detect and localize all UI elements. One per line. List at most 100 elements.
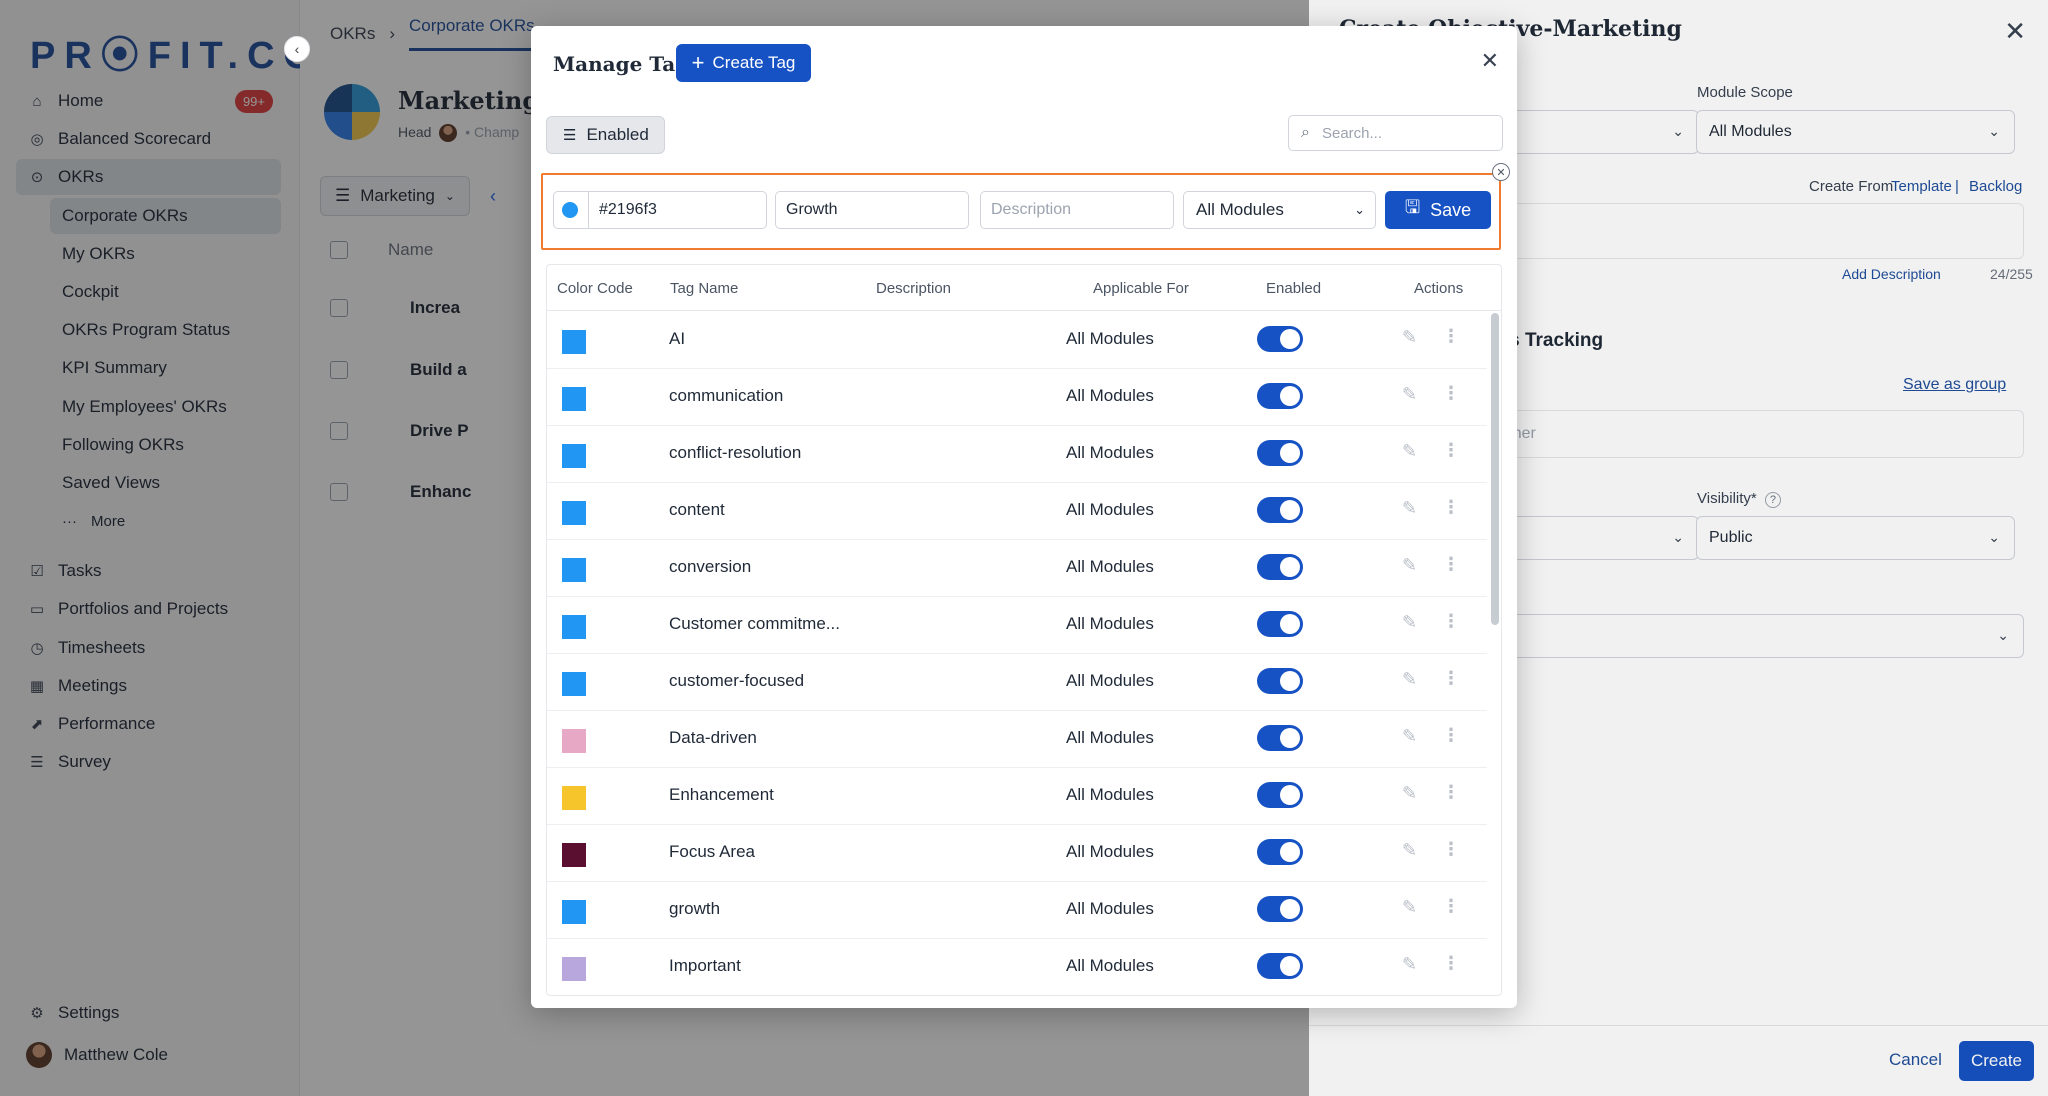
tag-name-input[interactable]: Growth	[775, 191, 969, 229]
enabled-toggle[interactable]	[1257, 497, 1303, 523]
owner-input[interactable]: dd owner	[1469, 410, 2024, 458]
table-row[interactable]: growth All Modules ✎ ⋮	[547, 882, 1487, 939]
table-row[interactable]: communication All Modules ✎ ⋮	[547, 369, 1487, 426]
save-as-group-link[interactable]: Save as group	[1903, 376, 2006, 394]
more-vertical-icon[interactable]: ⋮	[1442, 554, 1460, 575]
visibility-label: Visibility* ?	[1697, 490, 1781, 508]
module-scope-select[interactable]: All Modules ⌄	[1696, 110, 2015, 154]
more-vertical-icon[interactable]: ⋮	[1442, 611, 1460, 632]
color-swatch	[562, 444, 586, 468]
tag-name-cell: conversion	[669, 557, 752, 576]
applicable-for-cell: All Modules	[1066, 329, 1154, 348]
additional-select[interactable]: ⌄	[1469, 614, 2024, 658]
collapse-sidebar-button[interactable]: ‹	[284, 36, 310, 62]
color-code-field[interactable]: #2196f3	[553, 191, 767, 229]
color-code-value: #2196f3	[599, 201, 657, 218]
table-row[interactable]: Important All Modules ✎ ⋮	[547, 939, 1487, 995]
table-row[interactable]: AI All Modules ✎ ⋮	[547, 312, 1487, 369]
enabled-toggle[interactable]	[1257, 554, 1303, 580]
enabled-toggle[interactable]	[1257, 896, 1303, 922]
more-vertical-icon[interactable]: ⋮	[1442, 896, 1460, 917]
save-button[interactable]: 🖫 Save	[1385, 191, 1491, 229]
edit-pencil-icon[interactable]: ✎	[1402, 783, 1417, 804]
applicable-for-cell: All Modules	[1066, 728, 1154, 747]
enabled-toggle[interactable]	[1257, 668, 1303, 694]
edit-pencil-icon[interactable]: ✎	[1402, 954, 1417, 975]
edit-pencil-icon[interactable]: ✎	[1402, 612, 1417, 633]
tag-name-cell: AI	[669, 329, 686, 348]
character-count: 24/255	[1990, 266, 2033, 282]
color-swatch	[562, 387, 586, 411]
enabled-toggle[interactable]	[1257, 782, 1303, 808]
table-row[interactable]: conversion All Modules ✎ ⋮	[547, 540, 1487, 597]
enabled-toggle[interactable]	[1257, 725, 1303, 751]
enabled-toggle[interactable]	[1257, 326, 1303, 352]
tag-name-cell: Focus Area	[669, 842, 755, 861]
more-vertical-icon[interactable]: ⋮	[1442, 497, 1460, 518]
clear-row-icon[interactable]: ✕	[1492, 163, 1510, 181]
tag-name-cell: Customer commitme...	[669, 614, 840, 633]
create-button[interactable]: Create	[1959, 1041, 2034, 1081]
edit-pencil-icon[interactable]: ✎	[1402, 441, 1417, 462]
column-header-description: Description	[876, 280, 952, 297]
enabled-filter-button[interactable]: ☰ Enabled	[546, 116, 665, 154]
drawer-footer: Cancel Create	[1309, 1025, 2048, 1096]
applicable-for-select[interactable]: All Modules ⌄	[1183, 191, 1376, 229]
template-link[interactable]: Template	[1891, 178, 1952, 195]
enabled-toggle[interactable]	[1257, 440, 1303, 466]
create-from-label: Create From	[1809, 178, 1894, 195]
table-row[interactable]: Focus Area All Modules ✎ ⋮	[547, 825, 1487, 882]
table-row[interactable]: Data-driven All Modules ✎ ⋮	[547, 711, 1487, 768]
color-swatch	[562, 615, 586, 639]
more-vertical-icon[interactable]: ⋮	[1442, 383, 1460, 404]
enabled-toggle[interactable]	[1257, 839, 1303, 865]
close-icon[interactable]: ✕	[1481, 48, 1499, 74]
edit-pencil-icon[interactable]: ✎	[1402, 669, 1417, 690]
color-preview-dot[interactable]	[562, 202, 578, 218]
color-swatch	[562, 501, 586, 525]
more-vertical-icon[interactable]: ⋮	[1442, 440, 1460, 461]
edit-pencil-icon[interactable]: ✎	[1402, 555, 1417, 576]
edit-pencil-icon[interactable]: ✎	[1402, 840, 1417, 861]
enabled-toggle[interactable]	[1257, 953, 1303, 979]
help-icon[interactable]: ?	[1764, 492, 1781, 508]
add-description-link[interactable]: Add Description	[1842, 266, 1941, 282]
applicable-for-cell: All Modules	[1066, 500, 1154, 519]
color-swatch	[562, 558, 586, 582]
description-input[interactable]: Description	[980, 191, 1174, 229]
filter-label: Enabled	[586, 125, 649, 144]
enabled-toggle[interactable]	[1257, 383, 1303, 409]
column-header-tag-name: Tag Name	[670, 280, 739, 297]
edit-pencil-icon[interactable]: ✎	[1402, 327, 1417, 348]
more-vertical-icon[interactable]: ⋮	[1442, 668, 1460, 689]
more-vertical-icon[interactable]: ⋮	[1442, 953, 1460, 974]
tag-edit-row: #2196f3 Growth Description All Modules ⌄…	[541, 163, 1510, 250]
color-swatch	[562, 843, 586, 867]
more-vertical-icon[interactable]: ⋮	[1442, 326, 1460, 347]
tag-name-cell: growth	[669, 899, 721, 918]
objective-name-input[interactable]: ess	[1469, 203, 2024, 259]
edit-pencil-icon[interactable]: ✎	[1402, 498, 1417, 519]
tag-name-value: Growth	[786, 201, 838, 218]
table-row[interactable]: conflict-resolution All Modules ✎ ⋮	[547, 426, 1487, 483]
cancel-button[interactable]: Cancel	[1889, 1050, 1942, 1070]
chevron-down-icon: ⌄	[1988, 123, 2000, 139]
edit-pencil-icon[interactable]: ✎	[1402, 897, 1417, 918]
visibility-select[interactable]: Public ⌄	[1696, 516, 2015, 560]
close-icon[interactable]: ✕	[2004, 16, 2026, 47]
more-vertical-icon[interactable]: ⋮	[1442, 782, 1460, 803]
table-row[interactable]: customer-focused All Modules ✎ ⋮	[547, 654, 1487, 711]
more-vertical-icon[interactable]: ⋮	[1442, 839, 1460, 860]
table-row[interactable]: Enhancement All Modules ✎ ⋮	[547, 768, 1487, 825]
edit-pencil-icon[interactable]: ✎	[1402, 384, 1417, 405]
table-row[interactable]: content All Modules ✎ ⋮	[547, 483, 1487, 540]
applicable-for-cell: All Modules	[1066, 386, 1154, 405]
table-row[interactable]: Customer commitme... All Modules ✎ ⋮	[547, 597, 1487, 654]
scrollbar[interactable]	[1491, 313, 1499, 625]
search-input[interactable]: ⌕ Search...	[1288, 115, 1503, 151]
backlog-link[interactable]: Backlog	[1969, 178, 2022, 195]
enabled-toggle[interactable]	[1257, 611, 1303, 637]
more-vertical-icon[interactable]: ⋮	[1442, 725, 1460, 746]
create-tag-button[interactable]: + Create Tag	[676, 44, 811, 82]
edit-pencil-icon[interactable]: ✎	[1402, 726, 1417, 747]
